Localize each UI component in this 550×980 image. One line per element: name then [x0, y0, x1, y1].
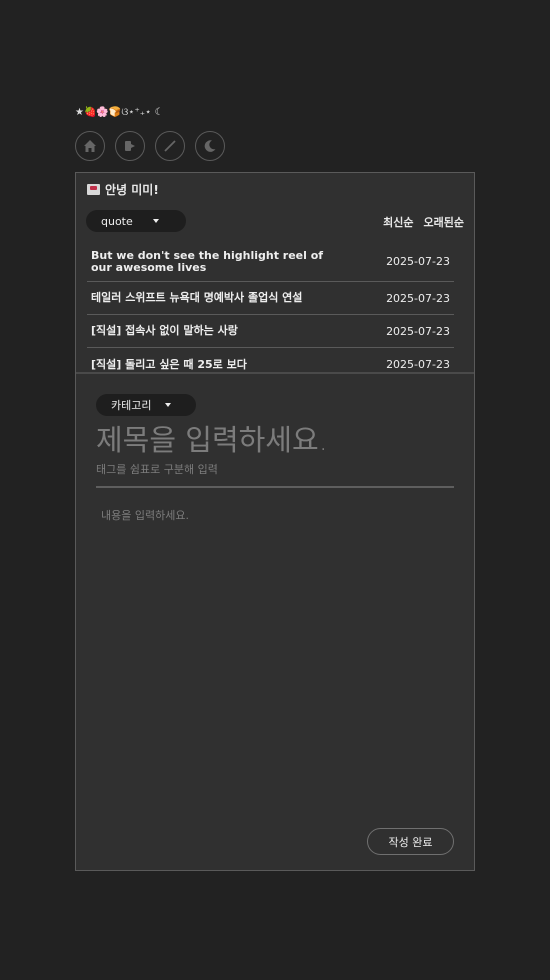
list-item[interactable]: [직설] 돌리고 싶은 때 25로 보다 2025-07-23	[87, 348, 454, 372]
filter-dropdown[interactable]: quote	[86, 210, 186, 232]
post-date: 2025-07-23	[386, 255, 450, 268]
header-decoration: ★🍓🌸🍞ଓ⋆⁺₊⋆ ☾	[75, 107, 164, 118]
sort-newest[interactable]: 최신순	[383, 214, 413, 230]
sort-oldest[interactable]: 오래된순	[424, 214, 464, 230]
nav-bar	[75, 131, 225, 161]
post-title: [직설] 접속사 없이 말하는 사랑	[91, 324, 238, 337]
post-list: But we don't see the highlight reel of o…	[87, 242, 454, 372]
post-title: But we don't see the highlight reel of o…	[91, 248, 324, 274]
chevron-down-icon	[165, 403, 172, 407]
content-textarea[interactable]: 내용을 입력하세요.	[101, 507, 189, 523]
post-title: 테일러 스위프트 뉴욕대 명예박사 졸업식 연설	[91, 291, 303, 304]
post-date: 2025-07-23	[386, 291, 450, 305]
logout-button[interactable]	[115, 131, 145, 161]
moon-icon	[204, 140, 216, 152]
list-item[interactable]: [직설] 접속사 없이 말하는 사랑 2025-07-23	[87, 315, 454, 348]
chevron-down-icon	[152, 219, 159, 223]
envelope-icon	[87, 184, 100, 195]
write-button[interactable]	[155, 131, 185, 161]
filter-selected: quote	[101, 214, 133, 228]
post-date: 2025-07-23	[386, 324, 450, 338]
home-button[interactable]	[75, 131, 105, 161]
submit-button[interactable]: 작성 완료	[367, 828, 454, 855]
divider	[96, 486, 454, 488]
sort-options: 최신순 오래된순	[383, 214, 464, 230]
editor-panel: 카테고리 제목을 입력하세요. 태그를 쉼표로 구분해 입력 내용을 입력하세요…	[76, 374, 474, 870]
greeting: 안녕 미미!	[87, 181, 159, 198]
list-item[interactable]: But we don't see the highlight reel of o…	[87, 242, 454, 282]
category-dropdown[interactable]: 카테고리	[96, 394, 196, 416]
greeting-text: 안녕 미미!	[105, 183, 159, 197]
list-item[interactable]: 테일러 스위프트 뉴욕대 명예박사 졸업식 연설 2025-07-23	[87, 282, 454, 315]
home-icon	[84, 140, 96, 152]
post-date: 2025-07-23	[386, 358, 450, 371]
title-input[interactable]: 제목을 입력하세요.	[96, 417, 328, 459]
post-title: [직설] 돌리고 싶은 때 25로 보다	[91, 357, 247, 371]
category-label: 카테고리	[111, 399, 152, 412]
write-icon	[164, 140, 176, 152]
tags-input[interactable]: 태그를 쉼표로 구분해 입력	[96, 461, 218, 477]
logout-icon	[125, 141, 135, 151]
main-card: 안녕 미미! quote 최신순 오래된순 But we don't see t…	[75, 172, 475, 871]
theme-toggle-button[interactable]	[195, 131, 225, 161]
post-list-panel: 안녕 미미! quote 최신순 오래된순 But we don't see t…	[76, 173, 474, 374]
